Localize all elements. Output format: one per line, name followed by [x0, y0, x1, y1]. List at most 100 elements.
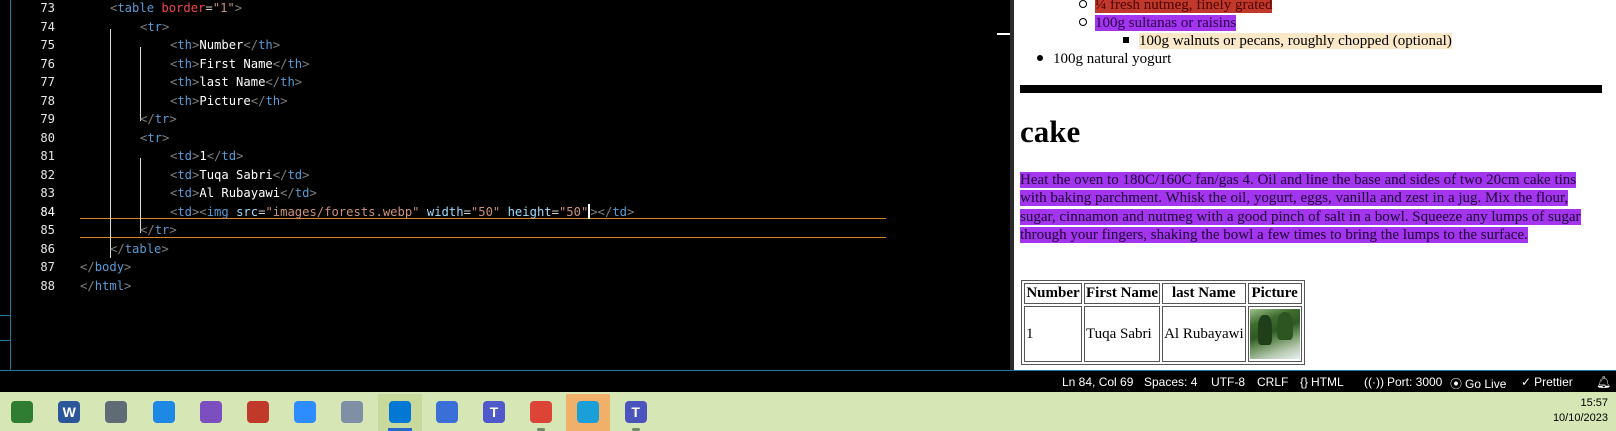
code-token: "1" [212, 1, 235, 15]
ingredient-sublist: ¼ fresh nutmeg, finely grated 100g sulta… [1079, 0, 1273, 32]
code-line[interactable]: 85 </tr> [0, 221, 1000, 240]
taskbar-snipping-tool-button[interactable] [236, 394, 280, 431]
braces-icon: {} [1300, 375, 1309, 389]
line-number: 77 [40, 75, 55, 89]
teams-classic-icon: T [483, 401, 505, 423]
taskbar-teams-button[interactable]: T [614, 394, 658, 431]
indentation-setting[interactable]: Spaces: 4 [1144, 375, 1197, 389]
code-line[interactable]: 73 <table border="1"> [0, 0, 1000, 18]
hollow-bullet-icon [1079, 0, 1087, 8]
code-text: <tr> [140, 18, 169, 37]
line-number: 88 [40, 278, 55, 293]
code-token: > [161, 241, 169, 256]
code-token: tr [154, 112, 170, 126]
taskbar-edge-button[interactable] [566, 394, 611, 431]
taskbar-word-button[interactable]: W [47, 394, 91, 431]
code-line[interactable]: 83 <td>Al Rubayawi</td> [0, 184, 1000, 203]
prettier-label: Prettier [1534, 375, 1573, 389]
code-token: </ [140, 112, 155, 126]
paragraph-text: Heat the oven to 180C/160C fan/gas 4. Oi… [1020, 172, 1581, 244]
code-token: height [507, 204, 552, 219]
code-line[interactable]: 76 <th>First Name</th> [0, 55, 1000, 74]
code-token: tr [147, 19, 163, 34]
eol-setting[interactable]: CRLF [1257, 375, 1288, 389]
nested-sublist: 100g walnuts or pecans, roughly chopped … [1123, 32, 1452, 50]
code-token: last Name [199, 75, 266, 89]
code-line[interactable]: 75 <th>Number</th> [0, 36, 1000, 55]
taskbar-copilot-button[interactable] [425, 394, 469, 431]
taskbar-zoom-button[interactable] [283, 394, 327, 431]
code-token: img [206, 204, 237, 219]
code-line[interactable]: 86 </table> [0, 240, 1000, 259]
windows-taskbar: WTT [0, 392, 1616, 431]
taskbar-teams-classic-button[interactable]: T [472, 394, 516, 431]
table-cell: 1 [1024, 306, 1082, 362]
code-line[interactable]: 81 <td>1</td> [0, 147, 1000, 166]
live-server-port[interactable]: ((·)) Port: 3000 [1364, 375, 1442, 389]
code-line[interactable]: 78 <th>Picture</th> [0, 92, 1000, 111]
code-editor[interactable]: 73 <table border="1"> 74 <tr> 75 <th>Number</… [0, 0, 1010, 370]
code-text: <th>Picture</th> [170, 92, 287, 111]
teams-icon: T [624, 401, 647, 423]
taskbar-store-button[interactable] [142, 394, 186, 431]
code-token: </ [250, 93, 266, 108]
port-label: Port: 3000 [1386, 375, 1443, 389]
snipping-tool-icon [247, 401, 269, 423]
code-token: width [426, 204, 464, 219]
code-token: >< [192, 204, 207, 219]
code-token: </ [280, 186, 295, 200]
code-line[interactable]: 84 <td><img src="images/forests.webp" wid… [0, 203, 1000, 222]
code-token: </ [80, 278, 95, 293]
taskbar-visual-studio-button[interactable] [189, 394, 233, 431]
notifications-bell-icon[interactable]: 🔔︎ [1596, 375, 1611, 389]
go-live-button[interactable]: ⦿ Go Live [1450, 375, 1506, 392]
code-line[interactable]: 87 </body> [0, 258, 1000, 277]
code-text: </table> [110, 240, 169, 259]
taskbar-photos-button[interactable] [330, 394, 374, 431]
code-line[interactable]: 74 <tr> [0, 18, 1000, 37]
code-token: Picture [199, 93, 251, 108]
code-token: </ [110, 241, 125, 256]
cursor-position[interactable]: Ln 84, Col 69 [1062, 375, 1133, 389]
code-token: </ [206, 149, 222, 163]
taskbar-vscode-button[interactable] [377, 394, 422, 431]
app-ribbon-icon [11, 401, 33, 423]
taskbar-app-ribbon-button[interactable] [0, 394, 44, 431]
code-line[interactable]: 82 <td>Tuqa Sabri</td> [0, 166, 1000, 185]
minimap-viewport[interactable] [997, 33, 1010, 35]
code-line[interactable]: 88 </html> [0, 277, 1000, 296]
code-token: </ [80, 260, 95, 274]
code-text: <th>last Name</th> [170, 73, 302, 92]
code-token: Number [199, 38, 244, 52]
check-double-icon: ✓ [1521, 375, 1532, 389]
activity-bar-divider [0, 315, 11, 316]
line-number: 84 [40, 204, 55, 219]
taskbar-chrome-button[interactable] [519, 394, 563, 431]
code-text: <td>Tuqa Sabri</td> [170, 166, 309, 185]
line-number: 76 [40, 56, 55, 71]
prettier-status[interactable]: ✓ Prettier [1521, 375, 1573, 389]
code-token: > [162, 19, 170, 34]
line-number: 82 [40, 167, 55, 182]
photos-icon [341, 401, 364, 423]
code-text: </tr> [140, 110, 177, 129]
people-table: Number First Name last Name Picture 1 Tu… [1021, 280, 1305, 365]
code-line[interactable]: 79 </tr> [0, 110, 1000, 129]
taskbar-calculator-button[interactable] [94, 394, 138, 431]
code-token: > [236, 149, 244, 163]
encoding-setting[interactable]: UTF-8 [1211, 375, 1245, 389]
code-token: border [161, 1, 206, 15]
code-token: </ [140, 223, 155, 237]
code-line[interactable]: 80 <tr> [0, 129, 1000, 148]
code-token: Al Rubayawi [199, 186, 281, 200]
table-header: Picture [1247, 283, 1302, 304]
code-token: </ [272, 56, 288, 71]
system-clock[interactable]: 15:57 10/10/2023 [1553, 396, 1608, 426]
code-token: th [265, 93, 281, 108]
code-token: "images/forests.webp" [265, 204, 427, 219]
language-mode[interactable]: {} HTML [1300, 375, 1344, 389]
code-text: <th>First Name</th> [170, 55, 309, 74]
broadcast-icon: ⦿ [1450, 377, 1463, 391]
code-line[interactable]: 77 <th>last Name</th> [0, 73, 1000, 92]
code-token: table [124, 241, 162, 256]
